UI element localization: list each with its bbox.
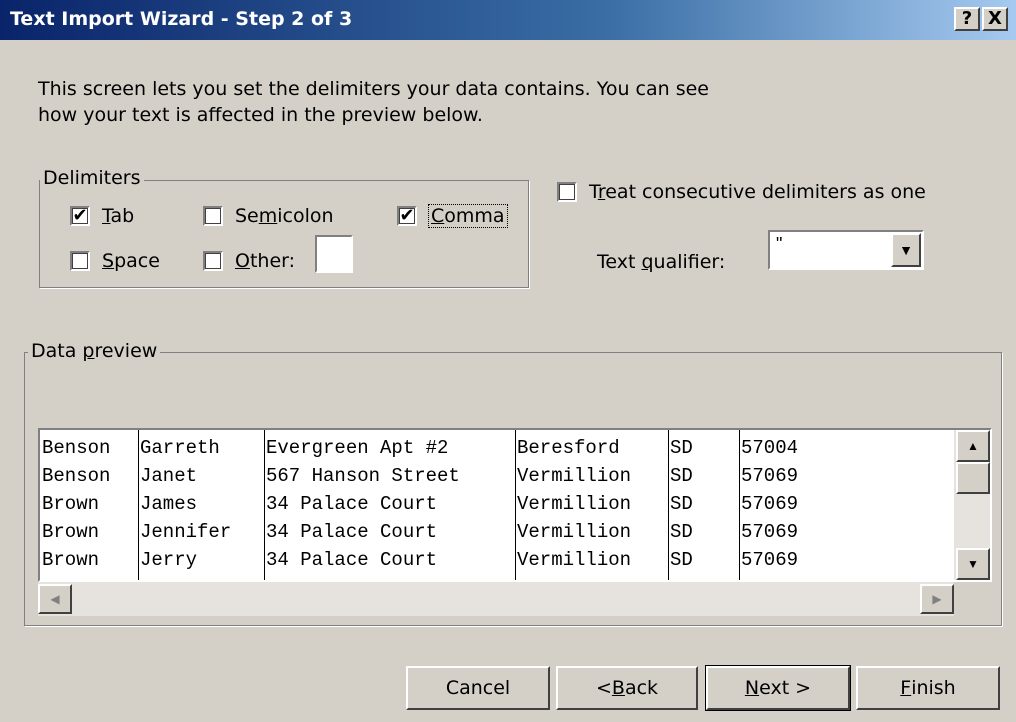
tab-checkbox[interactable]: ✔ Tab <box>70 205 134 227</box>
preview-cell: 34 Palace Court <box>266 549 438 571</box>
tab-label: Tab <box>102 205 135 227</box>
vertical-scrollbar[interactable]: ▲ ▼ <box>954 430 990 580</box>
preview-cell: SD <box>670 437 693 459</box>
preview-cell: Benson <box>42 465 111 487</box>
vertical-scroll-thumb[interactable] <box>956 462 990 494</box>
finish-button[interactable]: Finish <box>856 666 1000 710</box>
scroll-up-icon[interactable]: ▲ <box>956 430 990 462</box>
preview-cell: James <box>140 493 198 515</box>
text-qualifier-value: " <box>776 234 783 254</box>
preview-cell: Jerry <box>140 549 198 571</box>
preview-cell: Jennifer <box>140 521 232 543</box>
scroll-left-icon[interactable]: ◀ <box>38 584 72 614</box>
title-bar[interactable]: Text Import Wizard - Step 2 of 3 ? X <box>0 0 1016 40</box>
data-preview-group-label: Data preview <box>28 340 161 362</box>
comma-label: Comma <box>428 204 508 228</box>
preview-cell: Vermillion <box>517 549 632 571</box>
next-button[interactable]: Next > <box>705 665 851 711</box>
checkmark-icon: ✔ <box>399 205 415 226</box>
other-delimiter-input[interactable] <box>315 235 353 273</box>
other-checkbox[interactable]: Other: <box>203 250 295 272</box>
checkmark-icon: ✔ <box>72 205 88 226</box>
preview-cell: Brown <box>42 521 100 543</box>
intro-line-2: how your text is affected in the preview… <box>38 104 483 126</box>
intro-text: This screen lets you set the delimiters … <box>38 76 798 128</box>
window-title: Text Import Wizard - Step 2 of 3 <box>10 8 353 30</box>
semicolon-checkbox[interactable]: Semicolon <box>203 205 334 227</box>
preview-cell: 34 Palace Court <box>266 493 438 515</box>
comma-check-box[interactable]: ✔ <box>397 206 417 226</box>
close-button[interactable]: X <box>982 7 1008 31</box>
cancel-button[interactable]: Cancel <box>406 666 550 710</box>
space-checkbox[interactable]: Space <box>70 250 160 272</box>
treat-consecutive-checkbox[interactable]: Treat consecutive delimiters as one <box>557 181 926 203</box>
horizontal-scrollbar[interactable]: ◀ ▶ <box>38 582 954 616</box>
text-qualifier-label: Text qualifier: <box>597 251 726 273</box>
other-label: Other: <box>235 250 296 272</box>
semicolon-label: Semicolon <box>235 205 334 227</box>
space-label: Space <box>102 250 160 272</box>
comma-checkbox[interactable]: ✔ Comma <box>397 204 508 228</box>
preview-cell: 57069 <box>741 549 799 571</box>
preview-cell: Janet <box>140 465 198 487</box>
text-qualifier-select[interactable]: " ▼ <box>768 230 924 270</box>
preview-cell: SD <box>670 465 693 487</box>
scroll-right-icon[interactable]: ▶ <box>920 584 954 614</box>
help-button[interactable]: ? <box>954 7 980 31</box>
preview-cell: 57069 <box>741 493 799 515</box>
text-import-wizard-dialog: Text Import Wizard - Step 2 of 3 ? X Thi… <box>0 0 1016 722</box>
dropdown-arrow-icon[interactable]: ▼ <box>891 233 921 267</box>
preview-cell: SD <box>670 549 693 571</box>
preview-cell: Beresford <box>517 437 620 459</box>
treat-consecutive-check-box[interactable] <box>557 182 577 202</box>
preview-cell: SD <box>670 493 693 515</box>
delimiters-group-label: Delimiters <box>40 167 144 189</box>
preview-cell: Evergreen Apt #2 <box>266 437 449 459</box>
intro-line-1: This screen lets you set the delimiters … <box>38 78 709 100</box>
preview-cell: Garreth <box>140 437 220 459</box>
preview-cell: Benson <box>42 437 111 459</box>
preview-cell: SD <box>670 521 693 543</box>
preview-cell: Brown <box>42 493 100 515</box>
preview-cell: Vermillion <box>517 521 632 543</box>
back-button[interactable]: < Back <box>556 666 698 710</box>
tab-check-box[interactable]: ✔ <box>70 206 90 226</box>
preview-cell: 34 Palace Court <box>266 521 438 543</box>
preview-cell: Vermillion <box>517 493 632 515</box>
preview-cell: Brown <box>42 549 100 571</box>
preview-cell: 57069 <box>741 521 799 543</box>
preview-cell: 567 Hanson Street <box>266 465 460 487</box>
preview-cell: 57004 <box>741 437 799 459</box>
preview-cell: Vermillion <box>517 465 632 487</box>
space-check-box[interactable] <box>70 251 90 271</box>
other-check-box[interactable] <box>203 251 223 271</box>
data-preview-grid[interactable]: Benson Garreth Evergreen Apt #2 Beresfor… <box>38 428 992 582</box>
preview-cell: 57069 <box>741 465 799 487</box>
semicolon-check-box[interactable] <box>203 206 223 226</box>
treat-consecutive-label: Treat consecutive delimiters as one <box>589 181 926 203</box>
scroll-down-icon[interactable]: ▼ <box>956 548 990 580</box>
